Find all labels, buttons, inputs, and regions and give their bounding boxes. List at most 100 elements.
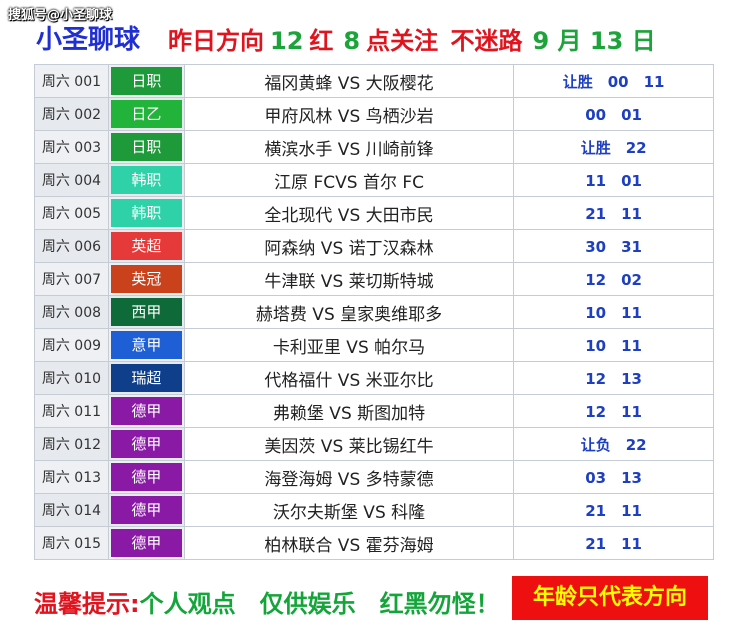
match-teams: 全北现代 VS 大田市民	[183, 196, 515, 230]
match-teams: 牛津联 VS 莱切斯特城	[183, 262, 515, 296]
table-row: 周六 005 韩职 全北现代 VS 大田市民 21 11	[34, 196, 714, 230]
table-row: 周六 004 韩职 江原 FCVS 首尔 FC 11 01	[34, 163, 714, 197]
match-date: 周六 011	[34, 394, 109, 428]
date-text: 9 月 13 日	[532, 27, 656, 55]
match-pick: 21 11	[513, 526, 714, 560]
match-teams: 弗赖堡 VS 斯图加特	[183, 394, 515, 428]
match-date: 周六 001	[34, 64, 109, 98]
match-date: 周六 014	[34, 493, 109, 527]
match-teams: 海登海姆 VS 多特蒙德	[183, 460, 515, 494]
match-pick: 12 02	[513, 262, 714, 296]
no-lost-text: 不迷路	[450, 27, 523, 55]
match-teams: 柏林联合 VS 霍芬海姆	[183, 526, 515, 560]
match-pick: 21 11	[513, 493, 714, 527]
match-date: 周六 009	[34, 328, 109, 362]
table-row: 周六 014 德甲 沃尔夫斯堡 VS 科隆 21 11	[34, 493, 714, 527]
tip-text: 个人观点 仅供娱乐 红黑勿怪！	[139, 590, 500, 618]
match-pick: 30 31	[513, 229, 714, 263]
match-pick: 让胜 00 11	[513, 64, 714, 98]
match-date: 周六 015	[34, 526, 109, 560]
match-pick: 10 11	[513, 295, 714, 329]
league-badge: 德甲	[110, 529, 182, 557]
match-date: 周六 012	[34, 427, 109, 461]
match-teams: 阿森纳 VS 诺丁汉森林	[183, 229, 515, 263]
match-date: 周六 002	[34, 97, 109, 131]
match-teams: 甲府风林 VS 鸟栖沙岩	[183, 97, 515, 131]
league-badge: 日乙	[110, 100, 182, 128]
match-pick: 让负 22	[513, 427, 714, 461]
league-badge: 日职	[110, 67, 182, 95]
league-badge: 德甲	[110, 463, 182, 491]
match-teams: 江原 FCVS 首尔 FC	[183, 163, 515, 197]
match-date: 周六 004	[34, 163, 109, 197]
match-teams: 沃尔夫斯堡 VS 科隆	[183, 493, 515, 527]
table-row: 周六 007 英冠 牛津联 VS 莱切斯特城 12 02	[34, 262, 714, 296]
match-teams: 赫塔费 VS 皇家奥维耶多	[183, 295, 515, 329]
tip: 温馨提示:个人观点 仅供娱乐 红黑勿怪！	[34, 584, 500, 619]
table-row: 周六 013 德甲 海登海姆 VS 多特蒙德 03 13	[34, 460, 714, 494]
match-pick: 21 11	[513, 196, 714, 230]
league-badge: 英超	[110, 232, 182, 260]
league-badge: 德甲	[110, 496, 182, 524]
table-row: 周六 006 英超 阿森纳 VS 诺丁汉森林 30 31	[34, 229, 714, 263]
win-count: 12	[270, 27, 304, 55]
match-date: 周六 013	[34, 460, 109, 494]
table-row: 周六 009 意甲 卡利亚里 VS 帕尔马 10 11	[34, 328, 714, 362]
match-date: 周六 006	[34, 229, 109, 263]
league-cell: 德甲	[107, 526, 185, 560]
match-date: 周六 007	[34, 262, 109, 296]
match-teams: 卡利亚里 VS 帕尔马	[183, 328, 515, 362]
match-teams: 横滨水手 VS 川崎前锋	[183, 130, 515, 164]
match-teams: 代格福什 VS 米亚尔比	[183, 361, 515, 395]
table-row: 周六 001 日职 福冈黄蜂 VS 大阪樱花 让胜 00 11	[34, 64, 714, 98]
league-cell: 日职	[107, 130, 185, 164]
footer: 温馨提示:个人观点 仅供娱乐 红黑勿怪！ 年龄只代表方向	[0, 576, 741, 626]
match-pick: 10 11	[513, 328, 714, 362]
league-badge: 英冠	[110, 265, 182, 293]
table-row: 周六 010 瑞超 代格福什 VS 米亚尔比 12 13	[34, 361, 714, 395]
table-row: 周六 015 德甲 柏林联合 VS 霍芬海姆 21 11	[34, 526, 714, 560]
table-row: 周六 012 德甲 美因茨 VS 莱比锡红牛 让负 22	[34, 427, 714, 461]
match-date: 周六 008	[34, 295, 109, 329]
match-pick: 11 01	[513, 163, 714, 197]
league-badge: 韩职	[110, 166, 182, 194]
tip-label: 温馨提示:	[34, 590, 140, 618]
league-badge: 西甲	[110, 298, 182, 326]
league-cell: 日职	[107, 64, 185, 98]
table-row: 周六 002 日乙 甲府风林 VS 鸟栖沙岩 00 01	[34, 97, 714, 131]
league-badge: 瑞超	[110, 364, 182, 392]
follow-text: 点关注	[366, 27, 439, 55]
league-cell: 韩职	[107, 196, 185, 230]
league-cell: 德甲	[107, 394, 185, 428]
table-row: 周六 008 西甲 赫塔费 VS 皇家奥维耶多 10 11	[34, 295, 714, 329]
match-table: 周六 001 日职 福冈黄蜂 VS 大阪樱花 让胜 00 11 周六 002 日乙 甲府风林…	[34, 64, 714, 560]
age-note-banner: 年龄只代表方向	[512, 576, 708, 620]
match-teams: 福冈黄蜂 VS 大阪樱花	[183, 64, 515, 98]
brand-title: 小圣聊球	[36, 25, 141, 55]
league-cell: 日乙	[107, 97, 185, 131]
match-pick: 让胜 22	[513, 130, 714, 164]
league-cell: 英冠	[107, 262, 185, 296]
league-badge: 意甲	[110, 331, 182, 359]
red-label: 红	[309, 27, 334, 55]
league-cell: 西甲	[107, 295, 185, 329]
league-cell: 德甲	[107, 427, 185, 461]
yesterday-label: 昨日方向	[168, 27, 264, 55]
league-cell: 英超	[107, 229, 185, 263]
match-date: 周六 005	[34, 196, 109, 230]
match-date: 周六 010	[34, 361, 109, 395]
league-cell: 意甲	[107, 328, 185, 362]
match-pick: 03 13	[513, 460, 714, 494]
table-row: 周六 011 德甲 弗赖堡 VS 斯图加特 12 11	[34, 394, 714, 428]
league-badge: 德甲	[110, 430, 182, 458]
match-teams: 美因茨 VS 莱比锡红牛	[183, 427, 515, 461]
league-cell: 德甲	[107, 460, 185, 494]
league-badge: 韩职	[110, 199, 182, 227]
match-pick: 12 11	[513, 394, 714, 428]
headline: 昨日方向 12 红 8 点关注 不迷路 9 月 13 日	[168, 21, 662, 56]
league-badge: 德甲	[110, 397, 182, 425]
match-pick: 00 01	[513, 97, 714, 131]
league-cell: 瑞超	[107, 361, 185, 395]
league-badge: 日职	[110, 133, 182, 161]
match-date: 周六 003	[34, 130, 109, 164]
